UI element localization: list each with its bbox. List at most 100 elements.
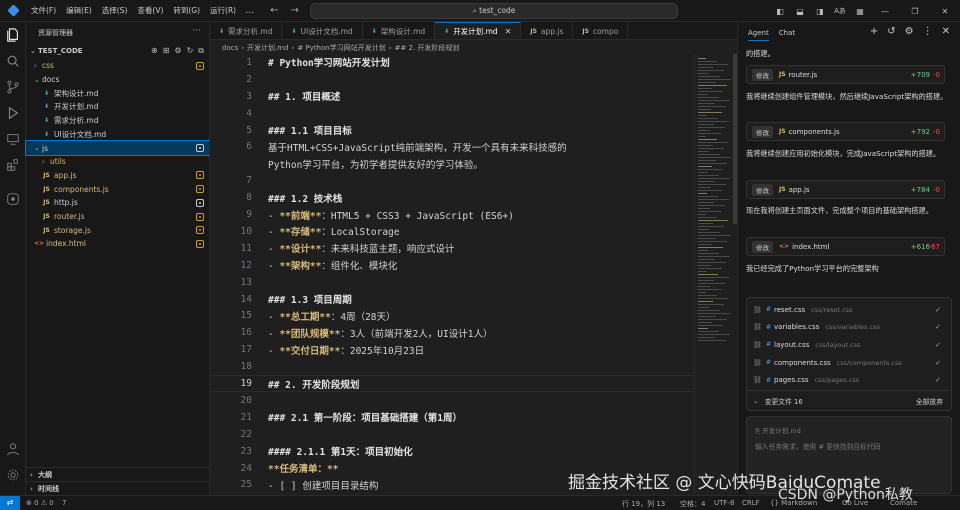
file-item[interactable]: JS storage.js bbox=[26, 223, 210, 237]
remote-explorer-icon[interactable] bbox=[6, 132, 20, 146]
editor-tab[interactable]: ⬇ 需求分析.md bbox=[210, 22, 283, 39]
outline-section[interactable]: › 大纲 bbox=[26, 467, 210, 481]
customize-layout-icon[interactable]: ▦ bbox=[850, 7, 870, 16]
file-item[interactable]: ⬇ 需求分析.md bbox=[26, 114, 210, 128]
restore-window-icon[interactable]: ❐ bbox=[900, 7, 930, 16]
manage-gear-icon[interactable] bbox=[6, 468, 20, 482]
modify-button[interactable]: 修改 bbox=[752, 125, 773, 138]
more-actions-icon[interactable]: ··· bbox=[192, 26, 201, 36]
end-of-line[interactable]: CRLF bbox=[742, 499, 760, 507]
translate-icon[interactable]: Aあ bbox=[830, 6, 850, 16]
minimap-line bbox=[698, 163, 727, 164]
file-item[interactable]: ⬇ 架构设计.md bbox=[26, 86, 210, 100]
lines-added: +709 bbox=[910, 70, 930, 79]
minimap[interactable] bbox=[694, 54, 737, 495]
breadcrumb-item[interactable]: # Python学习网站开发计划 bbox=[297, 43, 385, 53]
file-item[interactable]: ⬇ UI设计文档.md bbox=[26, 128, 210, 142]
new-file-icon[interactable]: ⊕ bbox=[151, 46, 158, 56]
remote-indicator-icon[interactable]: ⇄ bbox=[0, 496, 20, 510]
command-center-search[interactable]: ⌕ test_code bbox=[310, 3, 678, 19]
refresh-icon[interactable]: ↻ bbox=[187, 46, 194, 56]
file-change-card[interactable]: 修改 JS router.js +709 -0 bbox=[746, 65, 945, 84]
history-icon[interactable]: ↺ bbox=[887, 26, 895, 37]
menu-item[interactable]: 转到(G) bbox=[168, 0, 205, 22]
changed-file-row[interactable]: ⛓ # layout.css css/layout.css ✓ bbox=[753, 336, 945, 354]
discard-all-button[interactable]: 全部放弃 bbox=[916, 396, 943, 406]
cursor-position[interactable]: 行 19，列 13 bbox=[622, 499, 665, 509]
collapse-all-icon[interactable]: ⧉ bbox=[198, 46, 204, 56]
chevron-down-icon[interactable]: ⌄ bbox=[753, 397, 759, 405]
minimize-window-icon[interactable]: — bbox=[870, 7, 900, 16]
folder-item[interactable]: › utils bbox=[26, 155, 210, 169]
source-control-icon[interactable] bbox=[6, 80, 20, 94]
explorer-icon[interactable] bbox=[6, 28, 20, 42]
search-icon[interactable] bbox=[6, 54, 20, 68]
breadcrumb-item[interactable]: 开发计划.md bbox=[247, 43, 289, 53]
project-header[interactable]: ⌄ TEST_CODE ⊕ ⊞ ⚙ ↻ ⧉ bbox=[26, 44, 210, 58]
menu-item[interactable]: 编辑(E) bbox=[61, 0, 97, 22]
more-icon[interactable]: ⋮ bbox=[923, 26, 933, 37]
timeline-section[interactable]: › 时间线 bbox=[26, 481, 210, 495]
breadcrumb-item[interactable]: docs bbox=[222, 44, 238, 52]
indentation[interactable]: 空格：4 bbox=[680, 499, 705, 509]
menu-item[interactable]: 查看(V) bbox=[132, 0, 168, 22]
close-window-icon[interactable]: ✕ bbox=[930, 7, 960, 16]
forward-arrow-icon[interactable]: → bbox=[291, 5, 299, 16]
ports-count[interactable]: 7 bbox=[62, 499, 66, 507]
changed-file-row[interactable]: ⛓ # reset.css css/reset.css ✓ bbox=[753, 301, 945, 319]
file-item[interactable]: <> index.html bbox=[26, 237, 210, 251]
settings-icon[interactable]: ⚙ bbox=[174, 46, 181, 56]
close-panel-icon[interactable]: ✕ bbox=[942, 26, 950, 37]
editor-tab[interactable]: ⬇ 开发计划.md ✕ bbox=[435, 22, 522, 39]
folder-item[interactable]: ⌄ js bbox=[25, 140, 211, 156]
file-item[interactable]: JS components.js bbox=[26, 182, 210, 196]
minimap-line bbox=[698, 151, 709, 152]
context-chip[interactable]: ⎘ 开发计划.md bbox=[755, 425, 801, 436]
settings-icon[interactable]: ⚙ bbox=[905, 26, 914, 37]
command-center-text: test_code bbox=[479, 6, 516, 15]
menu-item[interactable]: 选择(S) bbox=[97, 0, 133, 22]
account-icon[interactable] bbox=[6, 442, 20, 456]
changed-file-name: variables.css bbox=[774, 323, 820, 332]
file-change-card[interactable]: 修改 JS app.js +784 -0 bbox=[746, 180, 945, 199]
problems-count[interactable]: ⊗ 0 ⚠ 0 bbox=[26, 499, 54, 507]
changed-file-row[interactable]: ⛓ # components.css css/components.css ✓ bbox=[753, 354, 945, 372]
new-folder-icon[interactable]: ⊞ bbox=[163, 46, 170, 56]
editor-tab[interactable]: JS app.js bbox=[521, 22, 574, 39]
modify-button[interactable]: 修改 bbox=[752, 68, 773, 81]
modify-button[interactable]: 修改 bbox=[752, 183, 773, 196]
editor-tab[interactable]: ⬇ UI设计文档.md bbox=[282, 22, 363, 39]
run-debug-icon[interactable] bbox=[6, 106, 20, 120]
line-content: ## 2. 开发阶段规划 bbox=[268, 379, 360, 391]
file-item[interactable]: ⬇ 开发计划.md bbox=[26, 100, 210, 114]
file-item[interactable]: JS app.js bbox=[26, 169, 210, 183]
new-chat-icon[interactable]: + bbox=[870, 26, 878, 37]
breadcrumb-item[interactable]: ## 2. 开发阶段规划 bbox=[395, 43, 460, 53]
file-item[interactable]: JS http.js bbox=[26, 196, 210, 210]
toggle-panel-icon[interactable]: ⬓ bbox=[790, 7, 810, 16]
file-change-card[interactable]: 修改 <> index.html +616 -67 bbox=[746, 237, 945, 256]
more-menu-icon[interactable]: … bbox=[241, 6, 258, 16]
toggle-secondary-sidebar-icon[interactable]: ◨ bbox=[810, 7, 830, 16]
code-view[interactable]: 1 # Python学习网站开发计划 2 3 ## 1. 项目概述 4 5 ### 1.1 项… bbox=[210, 54, 694, 495]
html-file-icon: <> bbox=[34, 240, 45, 248]
file-change-card[interactable]: 修改 JS components.js +792 -0 bbox=[746, 122, 945, 141]
folder-item[interactable]: ⌄ docs bbox=[26, 73, 210, 87]
menu-item[interactable]: 运行(R) bbox=[205, 0, 241, 22]
toggle-primary-sidebar-icon[interactable]: ◧ bbox=[770, 7, 790, 16]
modify-button[interactable]: 修改 bbox=[752, 240, 773, 253]
tab-agent[interactable]: Agent bbox=[748, 29, 769, 41]
changed-file-row[interactable]: ⛓ # pages.css css/pages.css ✓ bbox=[753, 371, 945, 389]
changed-file-row[interactable]: ⛓ # variables.css css/variables.css ✓ bbox=[753, 319, 945, 337]
file-item[interactable]: JS router.js bbox=[26, 210, 210, 224]
editor-tab[interactable]: JS compo bbox=[573, 22, 629, 39]
extensions-icon[interactable] bbox=[6, 158, 20, 172]
folder-item[interactable]: › css bbox=[26, 59, 210, 73]
tab-chat[interactable]: Chat bbox=[779, 29, 795, 41]
comate-extension-icon[interactable] bbox=[6, 192, 20, 206]
close-tab-icon[interactable]: ✕ bbox=[505, 27, 512, 36]
editor-tab[interactable]: ⬇ 架构设计.md bbox=[363, 22, 436, 39]
encoding[interactable]: UTF-8 bbox=[714, 499, 734, 507]
back-arrow-icon[interactable]: ← bbox=[270, 5, 278, 16]
menu-item[interactable]: 文件(F) bbox=[26, 0, 61, 22]
